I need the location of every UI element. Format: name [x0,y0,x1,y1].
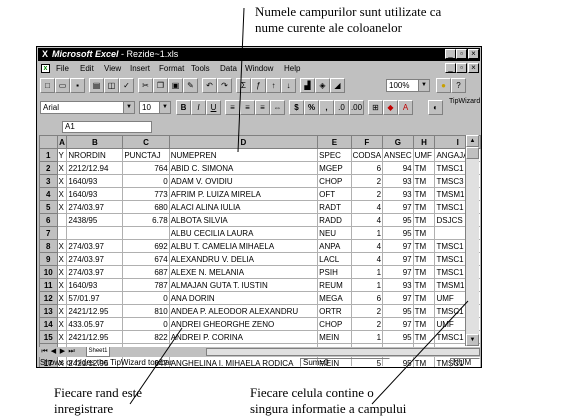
pointer-to-cell [371,300,469,405]
pointer-to-record-row [129,327,183,405]
annotation-pointers [129,7,469,405]
pointer-to-header-row [237,7,245,153]
